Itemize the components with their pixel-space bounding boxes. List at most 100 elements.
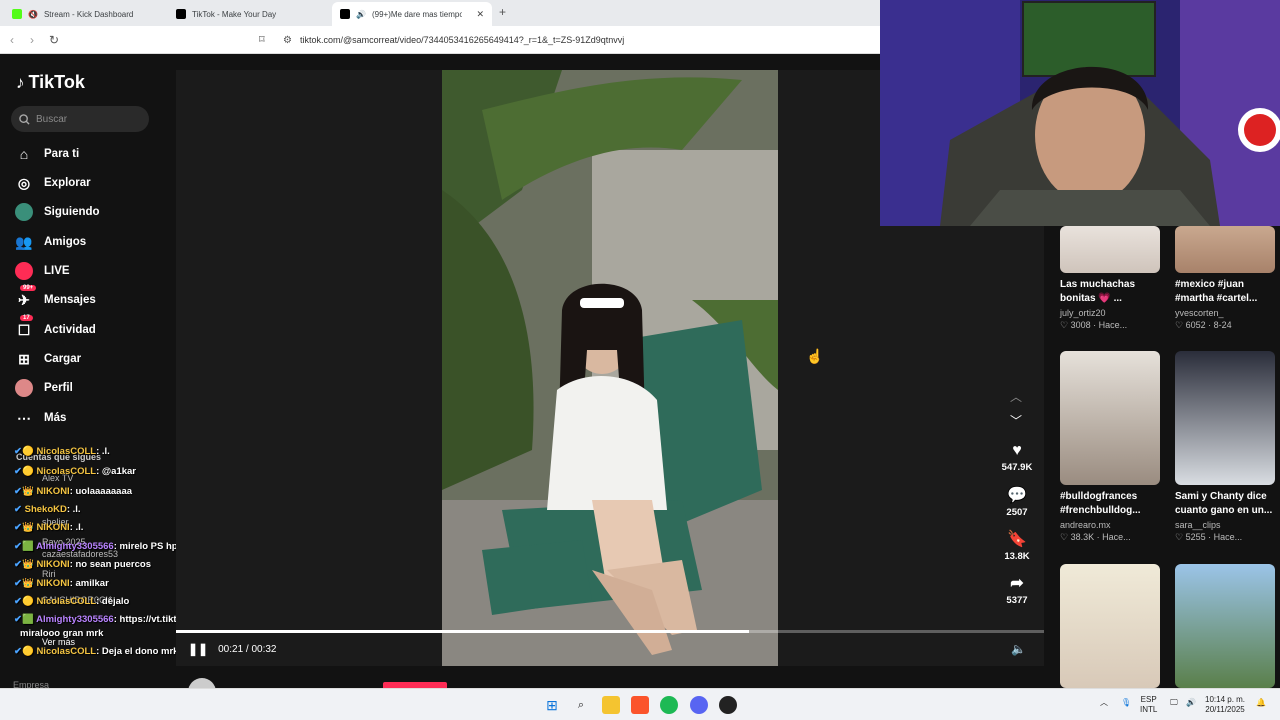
- more-icon: ⋯: [17, 409, 31, 426]
- tab-kick-dashboard[interactable]: 🔇 Stream - Kick Dashboard: [4, 2, 164, 26]
- close-tab-icon[interactable]: ✕: [476, 9, 484, 20]
- sidebar-item-actividad[interactable]: ☐ 17 Actividad: [14, 315, 96, 341]
- sidebar-item-label: Perfil: [44, 382, 73, 394]
- tab-tiktok-video[interactable]: 🔊 (99+)Me dare mas tiempo :3 ✕: [332, 2, 492, 26]
- sidebar-item-live[interactable]: LIVE: [14, 260, 70, 282]
- home-icon: ⌂: [19, 146, 29, 162]
- channel-name[interactable]: july_ortiz20: [1060, 308, 1164, 318]
- speaker-icon[interactable]: 🔊: [1186, 698, 1196, 708]
- windows-start-icon[interactable]: ⊞: [543, 696, 561, 714]
- messages-icon: ✈ 99+: [14, 285, 37, 310]
- video-thumbnail[interactable]: [1175, 351, 1275, 485]
- chat-message: ✔👑 NIKONI: .l.: [14, 522, 84, 533]
- channel-name[interactable]: andrearo.mx: [1060, 520, 1164, 530]
- channel-name[interactable]: yvescorten_: [1175, 308, 1279, 318]
- related-video-card[interactable]: [1060, 564, 1164, 688]
- chevron-up-icon[interactable]: ︿: [1010, 388, 1022, 405]
- language-indicator[interactable]: ESP INTL: [1140, 695, 1157, 715]
- sidebar-item-explorar[interactable]: ◎ Explorar: [14, 172, 91, 194]
- live-icon: [14, 261, 34, 281]
- chat-message: ✔👑 NIKONI: no sean puercos: [14, 559, 151, 570]
- clock[interactable]: 10:14 p. m. 20/11/2025: [1205, 695, 1245, 715]
- new-tab-button[interactable]: +: [499, 5, 506, 19]
- sidebar-item-label: Siguiendo: [44, 206, 100, 218]
- tab-label: TikTok - Make Your Day: [192, 9, 277, 19]
- audio-icon: 🔊: [356, 9, 366, 19]
- webcam-overlay: [880, 0, 1280, 226]
- microphone-icon[interactable]: 🎙: [1121, 698, 1131, 708]
- tab-label: (99+)Me dare mas tiempo :3: [371, 9, 462, 19]
- video-meta: ♡ 6052 · 8-24: [1175, 320, 1232, 330]
- activity-badge: 17: [20, 315, 33, 321]
- spotify-icon[interactable]: [660, 696, 678, 714]
- friends-icon: 👥: [15, 233, 33, 250]
- sidebar-item-label: Explorar: [44, 177, 91, 189]
- obs-icon[interactable]: [719, 696, 737, 714]
- video-title: Sami y Chanty dice cuanto gano en un...: [1175, 491, 1273, 516]
- site-info-icon[interactable]: ⚙: [283, 35, 292, 46]
- following-icon: [14, 202, 34, 222]
- tiktok-icon: [340, 9, 350, 19]
- heart-icon: ♥: [1012, 442, 1022, 459]
- tiktok-icon: [176, 9, 186, 19]
- search-icon[interactable]: ⌕: [572, 696, 590, 714]
- related-video-card[interactable]: Sami y Chanty dice cuanto gano en un... …: [1175, 351, 1279, 543]
- file-explorer-icon[interactable]: [602, 696, 620, 714]
- video-title: #mexico #juan #martha #cartel...: [1175, 279, 1258, 304]
- url-field[interactable]: ⚙ tiktok.com/@samcorreat/video/734405341…: [283, 29, 880, 51]
- address-bar-row: ‹ › ↻ ⌑ ⚙ tiktok.com/@samcorreat/video/7…: [0, 26, 880, 54]
- share-button[interactable]: ➦ 5377: [997, 573, 1037, 606]
- profile-icon: [14, 378, 34, 398]
- comment-count: 2507: [1006, 507, 1028, 518]
- clock-date: 20/11/2025: [1205, 705, 1245, 714]
- search-input[interactable]: [36, 113, 136, 125]
- taskbar: ⊞ ⌕ ︿ 🎙 ESP INTL 🖵 🔊 10:14 p. m. 20/11/2…: [0, 688, 1280, 720]
- progress-bar[interactable]: [176, 630, 1044, 633]
- comment-button[interactable]: 💬 2507: [997, 485, 1037, 518]
- bookmark-icon[interactable]: ⌑: [259, 33, 265, 46]
- pause-icon[interactable]: ❚❚: [188, 642, 208, 656]
- discord-icon[interactable]: [690, 696, 708, 714]
- video-thumbnail[interactable]: [1060, 351, 1160, 485]
- chevron-up-icon[interactable]: ︿: [1100, 698, 1108, 708]
- back-icon[interactable]: ‹: [10, 33, 14, 47]
- like-button[interactable]: ♥ 547.9K: [997, 442, 1037, 473]
- save-button[interactable]: 🔖 13.8K: [997, 529, 1037, 562]
- related-video-card[interactable]: #bulldogfrances #frenchbulldog... andrea…: [1060, 351, 1164, 543]
- video-thumbnail[interactable]: [1060, 226, 1160, 273]
- sidebar-item-label: Más: [44, 412, 67, 424]
- brave-browser-icon[interactable]: [631, 696, 649, 714]
- related-video-card[interactable]: Las muchachas bonitas 💗 ... july_ortiz20…: [1060, 226, 1164, 331]
- search-box[interactable]: [11, 106, 149, 132]
- video-thumbnail[interactable]: [1060, 564, 1160, 688]
- messages-badge: 99+: [20, 285, 37, 291]
- network-icon[interactable]: 🖵: [1170, 698, 1178, 708]
- cursor-hand-icon: ☝: [806, 348, 824, 364]
- sidebar-item-mas[interactable]: ⋯ Más: [14, 407, 66, 429]
- related-video-card[interactable]: #mexico #juan #martha #cartel... yvescor…: [1175, 226, 1279, 331]
- sidebar-item-perfil[interactable]: Perfil: [14, 377, 73, 399]
- notification-icon[interactable]: 🔔: [1256, 698, 1266, 708]
- reload-icon[interactable]: ↻: [49, 33, 59, 47]
- tab-tiktok-home[interactable]: TikTok - Make Your Day: [168, 2, 328, 26]
- video-frame[interactable]: [442, 70, 778, 666]
- chevron-down-icon[interactable]: ﹀: [1010, 412, 1022, 429]
- channel-name[interactable]: sara__clips: [1175, 520, 1279, 530]
- chat-message: ✔👑 NIKONI: uolaaaaaaaa: [14, 486, 133, 497]
- sidebar-item-siguiendo[interactable]: Siguiendo: [14, 201, 100, 223]
- tiktok-note-icon: ♪: [16, 72, 25, 92]
- sidebar-item-mensajes[interactable]: ✈ 99+ Mensajes: [14, 285, 96, 311]
- chat-message: ✔🟡 NicolasCOLL: déjalo: [14, 596, 130, 607]
- sidebar-item-para-ti[interactable]: ⌂ Para ti: [14, 143, 79, 165]
- video-thumbnail[interactable]: [1175, 226, 1275, 273]
- share-icon: ➦: [1010, 575, 1024, 592]
- sidebar-item-cargar[interactable]: ⊞ Cargar: [14, 348, 81, 370]
- volume-icon[interactable]: 🔈: [1011, 642, 1026, 656]
- upload-icon: ⊞: [18, 350, 30, 367]
- sidebar-item-amigos[interactable]: 👥 Amigos: [14, 231, 86, 253]
- tiktok-logo[interactable]: ♪ TikTok: [16, 72, 85, 93]
- related-video-card[interactable]: [1175, 564, 1279, 688]
- video-thumbnail[interactable]: [1175, 564, 1275, 688]
- webcam-image: [880, 0, 1280, 226]
- forward-icon[interactable]: ›: [30, 33, 34, 47]
